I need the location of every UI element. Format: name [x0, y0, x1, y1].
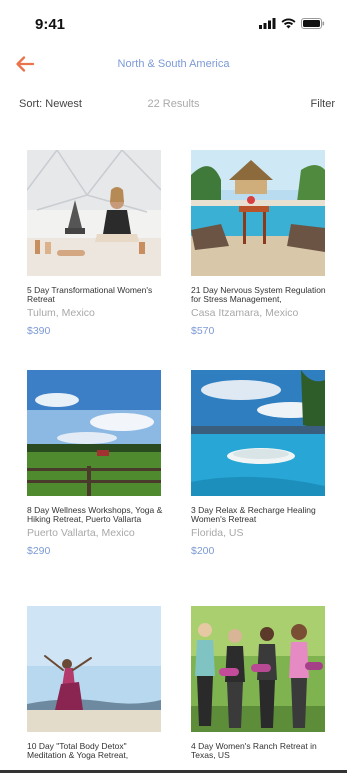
retreat-card[interactable]: 4 Day Women's Ranch Retreat in Texas, US: [191, 606, 331, 760]
retreat-photo: [27, 370, 161, 496]
retreat-photo: [27, 150, 161, 276]
retreat-photo: [191, 370, 325, 496]
battery-icon: [301, 18, 325, 29]
nav-bar: North & South America: [0, 50, 347, 80]
retreat-title: 4 Day Women's Ranch Retreat in Texas, US: [191, 742, 317, 760]
retreat-price: $390: [27, 325, 51, 337]
status-bar: 9:41: [0, 0, 347, 44]
retreat-title: 10 Day "Total Body Detox" Meditation & Y…: [27, 742, 129, 760]
retreat-price: $290: [27, 545, 51, 557]
results-count: 22 Results: [147, 98, 200, 110]
filter-button[interactable]: Filter: [311, 98, 335, 110]
results-toolbar: Sort: Newest 22 Results Filter: [0, 98, 347, 114]
retreat-card[interactable]: 21 Day Nervous System Regulation for Str…: [191, 150, 331, 337]
retreat-photo: [27, 606, 161, 732]
retreat-title: 21 Day Nervous System Regulation for Str…: [191, 286, 326, 304]
retreat-title: 5 Day Transformational Women's Retreat: [27, 286, 153, 304]
retreat-location: Tulum, Mexico: [27, 307, 95, 319]
retreat-price: $200: [191, 545, 215, 557]
retreat-location: Puerto Vallarta, Mexico: [27, 527, 135, 539]
retreat-price: $570: [191, 325, 215, 337]
retreat-card[interactable]: 10 Day "Total Body Detox" Meditation & Y…: [27, 606, 167, 760]
screen: 9:41 North & South America Sort: Newest …: [0, 0, 347, 773]
retreat-photo: [191, 150, 325, 276]
retreat-location: Florida, US: [191, 527, 244, 539]
retreat-card[interactable]: 8 Day Wellness Workshops, Yoga & Hiking …: [27, 370, 167, 557]
retreat-card[interactable]: 5 Day Transformational Women's Retreat T…: [27, 150, 167, 337]
retreat-title: 3 Day Relax & Recharge Healing Women's R…: [191, 506, 316, 524]
wifi-icon: [281, 18, 296, 29]
status-time: 9:41: [35, 16, 66, 33]
page-title: North & South America: [117, 58, 230, 70]
signal-icon: [259, 18, 276, 29]
status-icons: [259, 18, 325, 29]
retreat-card[interactable]: 3 Day Relax & Recharge Healing Women's R…: [191, 370, 331, 557]
retreat-photo: [191, 606, 325, 732]
retreat-location: Casa Itzamara, Mexico: [191, 307, 299, 319]
retreat-title: 8 Day Wellness Workshops, Yoga & Hiking …: [27, 506, 163, 524]
